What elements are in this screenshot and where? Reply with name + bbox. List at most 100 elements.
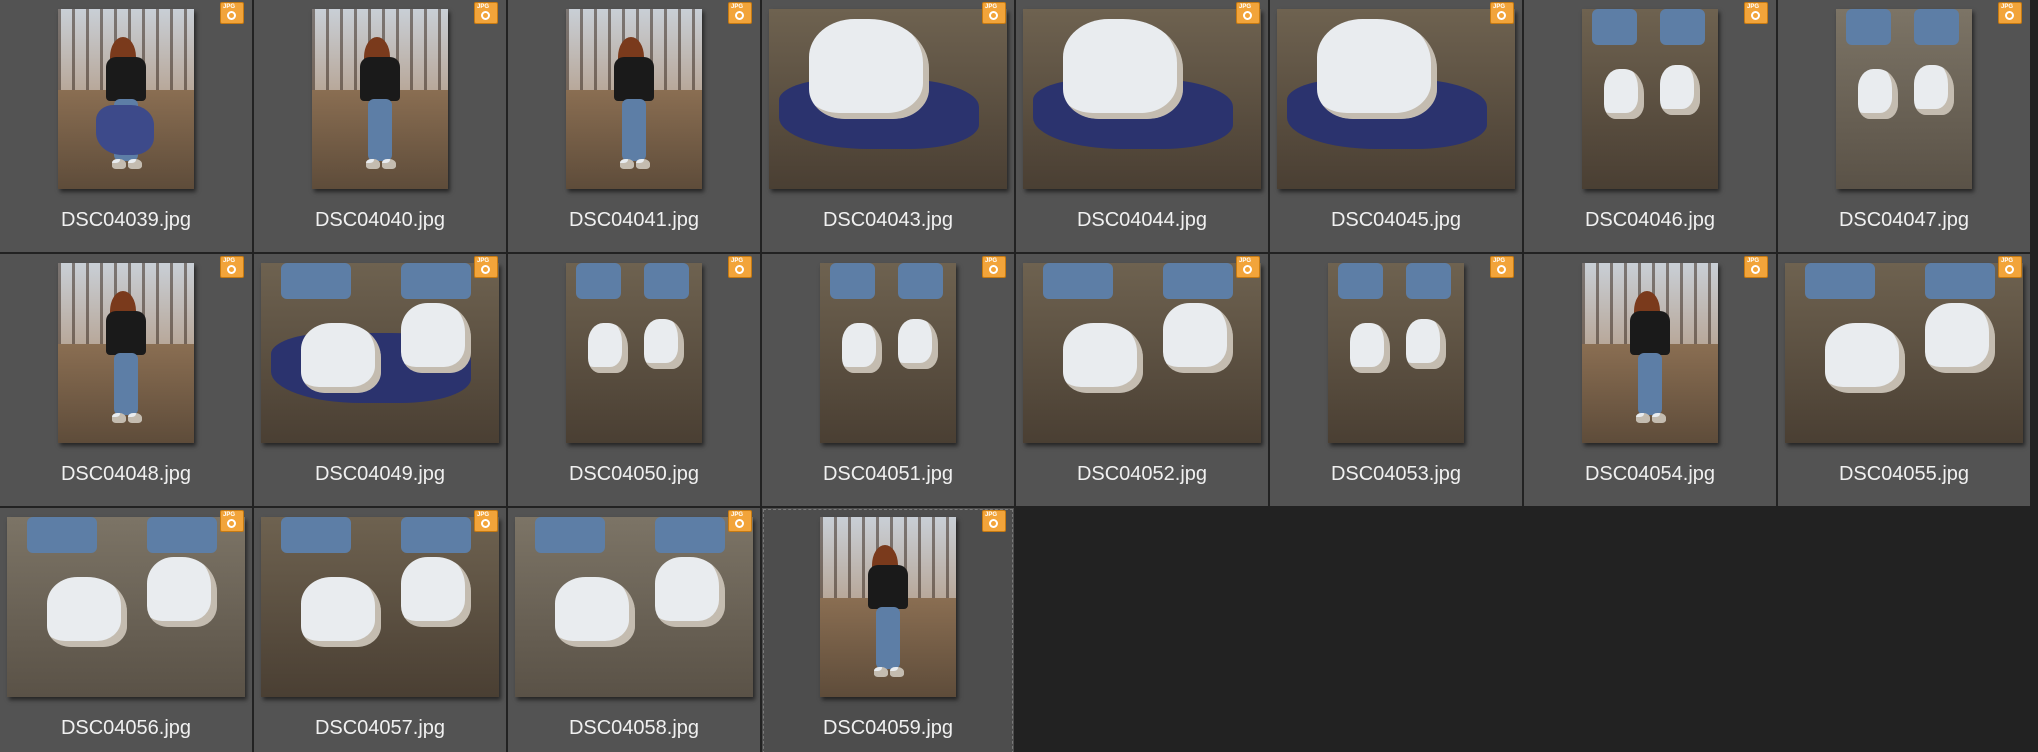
camera-icon: [1243, 11, 1252, 20]
shoe-shape: [555, 577, 635, 647]
thumbnail-image[interactable]: [1023, 9, 1261, 189]
camera-icon: [735, 265, 744, 274]
thumbnail-tile[interactable]: JPG DSC04059.jpg: [762, 508, 1014, 752]
jpg-file-icon: JPG: [728, 256, 752, 278]
thumbnail-image[interactable]: [566, 263, 702, 443]
shoe-shape: [890, 667, 904, 677]
shoe-shape: [898, 319, 938, 369]
thumbnail-image[interactable]: [820, 263, 956, 443]
thumbnail-image[interactable]: [58, 9, 194, 189]
thumbnail-frame: [508, 254, 760, 452]
shoe-shape: [1350, 323, 1390, 373]
thumbnail-image[interactable]: [7, 517, 245, 697]
filename-label: DSC04051.jpg: [822, 463, 954, 485]
thumbnail-frame: [1270, 254, 1522, 452]
camera-icon: [2005, 265, 2014, 274]
jpg-badge-text: JPG: [477, 512, 490, 518]
jpg-file-icon: JPG: [220, 510, 244, 532]
thumbnail-tile[interactable]: JPG DSC04058.jpg: [508, 508, 760, 752]
legs-shape: [368, 99, 392, 161]
thumbnail-frame: [762, 508, 1014, 706]
thumbnail-image[interactable]: [1836, 9, 1972, 189]
jpg-file-icon: JPG: [220, 2, 244, 24]
jpg-badge-text: JPG: [1493, 258, 1506, 264]
thumbnail-tile[interactable]: JPG DSC04049.jpg: [254, 254, 506, 506]
shoe-shape: [1063, 19, 1183, 119]
jpg-badge-text: JPG: [985, 258, 998, 264]
thumbnail-image[interactable]: [1582, 263, 1718, 443]
jean-shape: [281, 517, 351, 553]
thumbnail-frame: [1270, 0, 1522, 198]
filename-label: DSC04040.jpg: [314, 209, 446, 231]
thumbnail-tile[interactable]: JPG DSC04041.jpg: [508, 0, 760, 252]
jean-shape: [644, 263, 689, 299]
camera-icon: [1751, 265, 1760, 274]
thumbnail-image[interactable]: [261, 517, 499, 697]
thumbnail-tile[interactable]: JPG DSC04056.jpg: [0, 508, 252, 752]
thumbnail-tile[interactable]: JPG DSC04047.jpg: [1778, 0, 2030, 252]
shoe-shape: [112, 159, 126, 169]
shoe-shape: [588, 323, 628, 373]
filename-label: DSC04057.jpg: [314, 717, 446, 739]
jpg-file-icon: JPG: [1998, 256, 2022, 278]
shoe-shape: [366, 159, 380, 169]
jpg-file-icon: JPG: [1744, 2, 1768, 24]
thumbnail-tile[interactable]: JPG DSC04050.jpg: [508, 254, 760, 506]
thumbnail-frame: [1016, 254, 1268, 452]
filename-label: DSC04050.jpg: [568, 463, 700, 485]
thumbnail-image[interactable]: [1328, 263, 1464, 443]
thumbnail-tile[interactable]: JPG DSC04044.jpg: [1016, 0, 1268, 252]
thumbnail-tile[interactable]: JPG DSC04054.jpg: [1524, 254, 1776, 506]
shoe-shape: [301, 577, 381, 647]
jpg-badge-text: JPG: [985, 4, 998, 10]
shoe-shape: [1063, 323, 1143, 393]
thumbnail-tile[interactable]: JPG DSC04053.jpg: [1270, 254, 1522, 506]
jpg-file-icon: JPG: [728, 2, 752, 24]
jean-shape: [655, 517, 725, 553]
thumbnail-grid: JPG DSC04039.jpg JPG DSC04040.jpg JPG DSC0404…: [0, 0, 2038, 752]
camera-icon: [481, 519, 490, 528]
shoe-shape: [401, 557, 471, 627]
thumbnail-tile[interactable]: JPG DSC04052.jpg: [1016, 254, 1268, 506]
shoe-shape: [1636, 413, 1650, 423]
thumbnail-tile[interactable]: JPG DSC04057.jpg: [254, 508, 506, 752]
thumbnail-tile[interactable]: JPG DSC04040.jpg: [254, 0, 506, 252]
jpg-badge-text: JPG: [223, 4, 236, 10]
thumbnail-tile[interactable]: JPG DSC04051.jpg: [762, 254, 1014, 506]
thumbnail-image[interactable]: [515, 517, 753, 697]
thumbnail-image[interactable]: [1582, 9, 1718, 189]
thumbnail-image[interactable]: [1277, 9, 1515, 189]
thumbnail-tile[interactable]: JPG DSC04048.jpg: [0, 254, 252, 506]
thumbnail-tile[interactable]: JPG DSC04039.jpg: [0, 0, 252, 252]
thumbnail-image[interactable]: [1785, 263, 2023, 443]
jean-shape: [1338, 263, 1383, 299]
thumbnail-frame: [1016, 0, 1268, 198]
jpg-file-icon: JPG: [220, 256, 244, 278]
shoe-shape: [401, 303, 471, 373]
shoe-shape: [636, 159, 650, 169]
thumbnail-tile[interactable]: JPG DSC04046.jpg: [1524, 0, 1776, 252]
thumbnail-image[interactable]: [1023, 263, 1261, 443]
jpg-badge-text: JPG: [731, 4, 744, 10]
shoe-shape: [809, 19, 929, 119]
thumbnail-image[interactable]: [58, 263, 194, 443]
thumbnail-image[interactable]: [312, 9, 448, 189]
torso-shape: [868, 565, 908, 609]
thumbnail-frame: [254, 0, 506, 198]
camera-icon: [989, 519, 998, 528]
thumbnail-tile[interactable]: JPG DSC04045.jpg: [1270, 0, 1522, 252]
jean-shape: [281, 263, 351, 299]
shoe-shape: [620, 159, 634, 169]
thumbnail-image[interactable]: [566, 9, 702, 189]
thumbnail-frame: [508, 0, 760, 198]
thumbnail-image[interactable]: [820, 517, 956, 697]
thumbnail-image[interactable]: [261, 263, 499, 443]
thumbnail-tile[interactable]: JPG DSC04043.jpg: [762, 0, 1014, 252]
jean-shape: [27, 517, 97, 553]
filename-label: DSC04047.jpg: [1838, 209, 1970, 231]
thumbnail-image[interactable]: [769, 9, 1007, 189]
shoe-shape: [1406, 319, 1446, 369]
jean-shape: [1925, 263, 1995, 299]
shoe-shape: [644, 319, 684, 369]
thumbnail-tile[interactable]: JPG DSC04055.jpg: [1778, 254, 2030, 506]
